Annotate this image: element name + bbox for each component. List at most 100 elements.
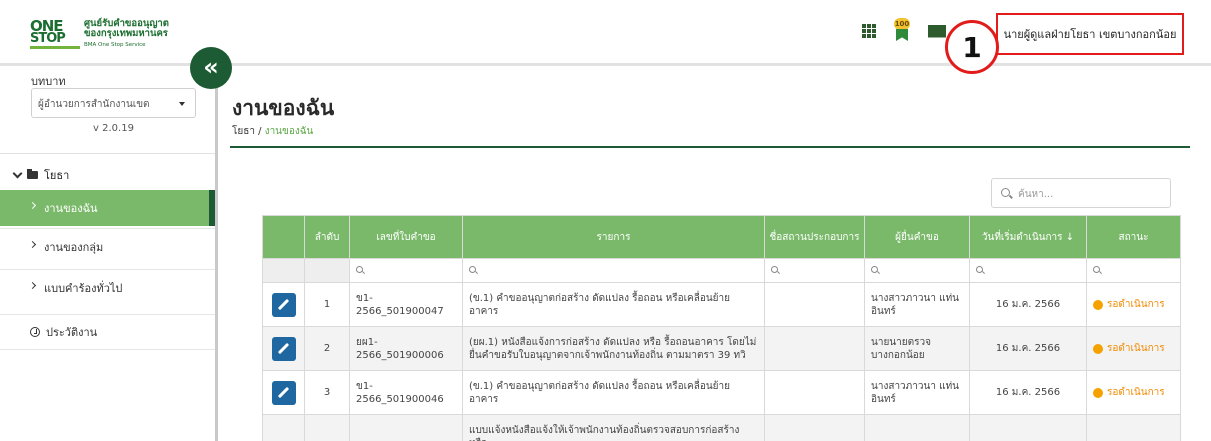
cell-business (764, 414, 865, 441)
table-row[interactable]: 3 ข1-2566_501900046 (ข.1) คำขออนุญาตก่อส… (262, 370, 1181, 415)
breadcrumb-root[interactable]: โยธา (232, 126, 255, 137)
sidebar: บทบาท ผู้อำนวยการสำนักงานเขต v 2.0.19 โย… (0, 66, 218, 441)
user-menu[interactable]: นายผู้ดูแลฝ่ายโยธา เขตบางกอกน้อย (996, 13, 1184, 55)
filter-status[interactable] (1086, 258, 1181, 283)
search-placeholder: ค้นหา... (1018, 189, 1054, 200)
edit-button[interactable] (271, 336, 296, 361)
cell-item: (ยผ.1) หนังสือแจ้งการก่อสร้าง ดัดแปลง หร… (462, 326, 765, 371)
col-start-date[interactable]: วันที่เริ่มดำเนินการ ↓ (969, 215, 1087, 259)
role-select[interactable]: ผู้อำนวยการสำนักงานเขต (31, 88, 196, 118)
role-select-value: ผู้อำนวยการสำนักงานเขต (38, 99, 150, 110)
sort-desc-icon: ↓ (1065, 231, 1075, 243)
table-row[interactable]: 2 ยผ1-2566_501900006 (ยผ.1) หนังสือแจ้งก… (262, 326, 1181, 371)
edit-button[interactable] (271, 380, 296, 405)
cell-item: (ข.1) คำขออนุญาตก่อสร้าง ดัดแปลง รื้อถอน… (462, 370, 765, 415)
cell-no: 1 (304, 282, 350, 327)
title-divider (230, 146, 1190, 148)
filter-search-icon (771, 266, 778, 273)
chevron-down-icon (12, 168, 23, 178)
sidebar-item-label: งานของกลุ่ม (44, 240, 104, 254)
filter-search-icon (1093, 266, 1100, 273)
mail-icon[interactable] (928, 24, 946, 38)
sidebar-item-label: แบบคำร้องทั่วไป (44, 281, 123, 295)
cell-no: 2 (304, 326, 350, 371)
filter-cell-empty (304, 258, 350, 283)
sidebar-item-history[interactable]: ประวัติงาน (0, 314, 215, 350)
sidebar-item-general-forms[interactable]: แบบคำร้องทั่วไป (0, 269, 215, 305)
col-action (262, 215, 305, 259)
app-version: v 2.0.19 (93, 123, 134, 134)
filter-cell-empty (262, 258, 305, 283)
bma-one-stop-logo[interactable]: ONE STOP ศูนย์รับคำขออนุญาต ของกรุงเทพมห… (30, 18, 169, 50)
table-header-row: ลำดับ เลขที่ใบคำขอ รายการ ชื่อสถานประกอบ… (262, 215, 1181, 259)
col-status[interactable]: สถานะ (1086, 215, 1181, 259)
col-business[interactable]: ชื่อสถานประกอบการ (764, 215, 865, 259)
award-icon[interactable]: 100 (892, 18, 912, 44)
folder-icon (27, 169, 38, 179)
cell-status: รอดำเนินการ (1086, 326, 1181, 371)
status-badge: รอดำเนินการ (1093, 386, 1174, 399)
work-table: ลำดับ เลขที่ใบคำขอ รายการ ชื่อสถานประกอบ… (262, 215, 1181, 441)
header-icons: 100 (862, 18, 946, 44)
filter-start-date[interactable] (969, 258, 1087, 283)
status-label: รอดำเนินการ (1107, 343, 1165, 354)
pencil-icon (277, 342, 290, 355)
step-marker: 1 (945, 20, 999, 74)
action-cell (262, 326, 305, 371)
sidebar-group-label: โยธา (44, 169, 70, 182)
action-cell (262, 414, 305, 441)
search-input[interactable]: ค้นหา... (991, 178, 1171, 208)
cell-status (1086, 414, 1181, 441)
collapse-sidebar-button[interactable]: « (190, 47, 232, 89)
cell-status: รอดำเนินการ (1086, 370, 1181, 415)
col-request-no[interactable]: เลขที่ใบคำขอ (349, 215, 463, 259)
col-applicant[interactable]: ผู้ยื่นคำขอ (864, 215, 970, 259)
sidebar-item-group-work[interactable]: งานของกลุ่ม (0, 228, 215, 264)
cell-applicant: นางสาวภาวนา แท่นอินทร์ (864, 370, 970, 415)
col-item[interactable]: รายการ (462, 215, 765, 259)
apps-grid-icon[interactable] (862, 24, 876, 38)
filter-item[interactable] (462, 258, 765, 283)
filter-business[interactable] (764, 258, 865, 283)
cell-request-no (349, 414, 463, 441)
cell-item: (ข.1) คำขออนุญาตก่อสร้าง ดัดแปลง รื้อถอน… (462, 282, 765, 327)
cell-status: รอดำเนินการ (1086, 282, 1181, 327)
logo-line-1: ศูนย์รับคำขออนุญาต (84, 17, 169, 29)
table-row[interactable]: แบบแจ้งหนังสือแจ้งให้เจ้าพนักงานท้องถิ่น… (262, 414, 1181, 441)
chevron-right-icon (28, 201, 37, 210)
status-badge: รอดำเนินการ (1093, 298, 1174, 311)
status-label: รอดำเนินการ (1107, 299, 1165, 310)
filter-search-icon (469, 266, 476, 273)
cell-applicant (864, 414, 970, 441)
filter-search-icon (976, 266, 983, 273)
table-row[interactable]: 1 ข1-2566_501900047 (ข.1) คำขออนุญาตก่อส… (262, 282, 1181, 327)
cell-start-date: 16 ม.ค. 2566 (969, 282, 1087, 327)
cell-start-date: 16 ม.ค. 2566 (969, 370, 1087, 415)
filter-request-no[interactable] (349, 258, 463, 283)
cell-business (764, 370, 865, 415)
cell-business (764, 282, 865, 327)
status-dot-icon (1093, 343, 1103, 354)
double-chevron-left-icon: « (203, 53, 219, 81)
history-icon (30, 327, 40, 337)
logo-line-3: BMA One Stop Service (84, 41, 146, 48)
filter-search-icon (356, 266, 363, 273)
edit-button[interactable] (271, 292, 296, 317)
cell-no (304, 414, 350, 441)
cell-item: แบบแจ้งหนังสือแจ้งให้เจ้าพนักงานท้องถิ่น… (462, 414, 765, 441)
filter-applicant[interactable] (864, 258, 970, 283)
cell-request-no: ยผ1-2566_501900006 (349, 326, 463, 371)
logo-mark-bottom: STOP (30, 31, 66, 46)
sidebar-divider (0, 153, 215, 154)
logo-bar (30, 46, 80, 49)
logo-text: ศูนย์รับคำขออนุญาต ของกรุงเทพมหานคร BMA … (84, 17, 169, 50)
page-title: งานของฉัน (232, 96, 335, 120)
sidebar-item-my-work[interactable]: งานของฉัน (0, 190, 215, 226)
col-no[interactable]: ลำดับ (304, 215, 350, 259)
sidebar-item-label: งานของฉัน (44, 202, 98, 215)
caret-down-icon (179, 102, 185, 106)
sidebar-group-yotha[interactable]: โยธา (12, 166, 70, 184)
filter-search-icon (871, 266, 878, 273)
chevron-right-icon (28, 281, 37, 290)
breadcrumb-current: งานของฉัน (264, 126, 314, 137)
